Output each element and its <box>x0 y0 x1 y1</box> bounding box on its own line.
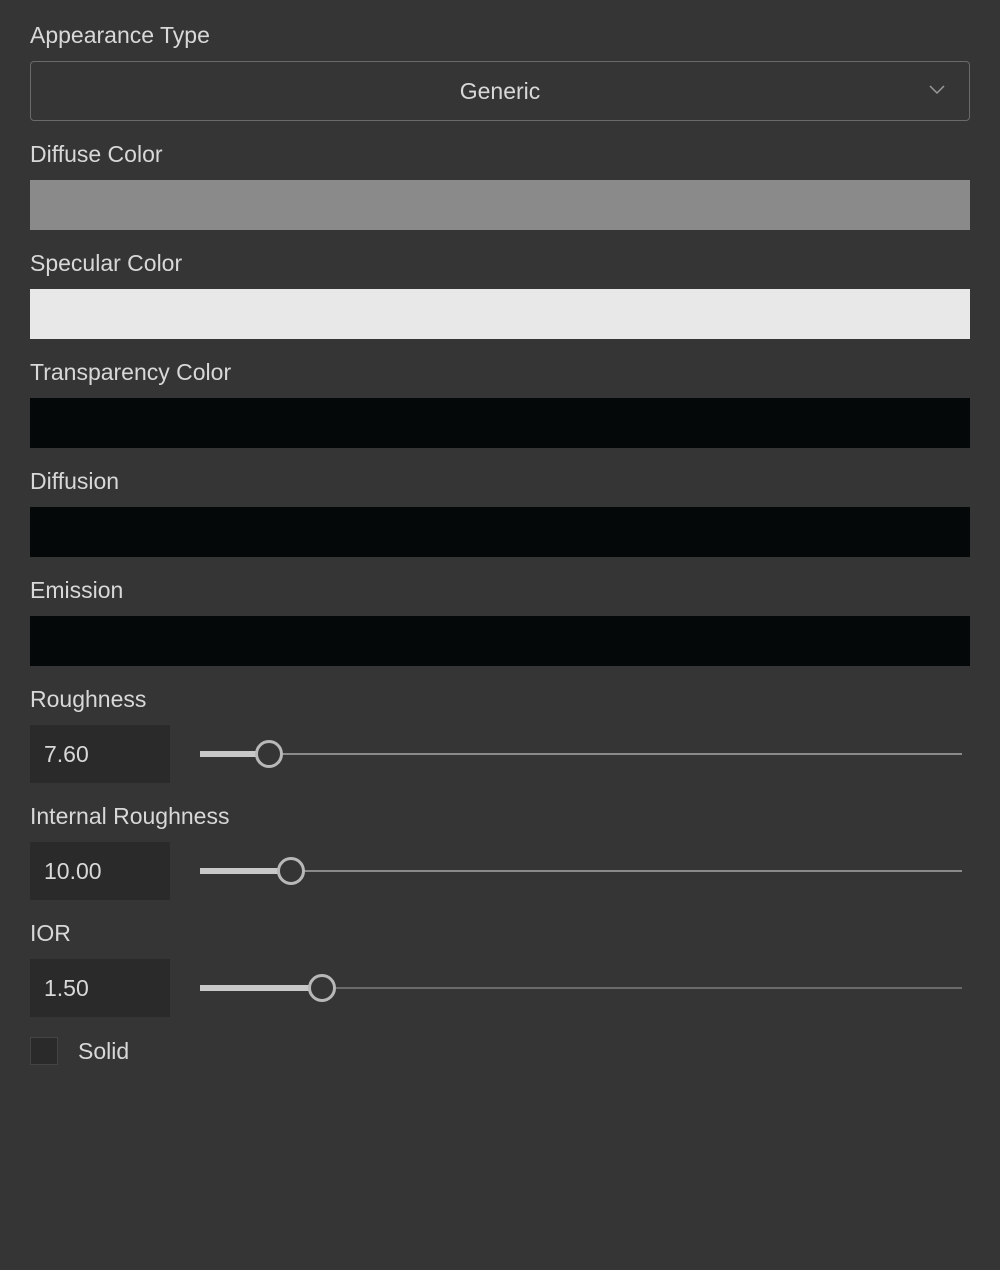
solid-row: Solid <box>30 1037 970 1065</box>
ior-row <box>30 959 970 1017</box>
transparency-color-group: Transparency Color <box>30 359 970 448</box>
diffusion-swatch[interactable] <box>30 507 970 557</box>
roughness-group: Roughness <box>30 686 970 783</box>
internal-roughness-slider[interactable] <box>200 842 962 900</box>
slider-thumb-icon[interactable] <box>308 974 336 1002</box>
appearance-panel: Appearance Type Generic Diffuse Color Sp… <box>0 0 1000 1087</box>
roughness-row <box>30 725 970 783</box>
appearance-type-value: Generic <box>460 78 541 105</box>
specular-color-label: Specular Color <box>30 250 970 277</box>
emission-swatch[interactable] <box>30 616 970 666</box>
slider-thumb-icon[interactable] <box>255 740 283 768</box>
appearance-type-label: Appearance Type <box>30 22 970 49</box>
emission-label: Emission <box>30 577 970 604</box>
roughness-label: Roughness <box>30 686 970 713</box>
emission-group: Emission <box>30 577 970 666</box>
roughness-slider[interactable] <box>200 725 962 783</box>
internal-roughness-label: Internal Roughness <box>30 803 970 830</box>
solid-checkbox[interactable] <box>30 1037 58 1065</box>
chevron-down-icon <box>929 82 945 100</box>
slider-track <box>200 870 962 872</box>
specular-color-group: Specular Color <box>30 250 970 339</box>
slider-thumb-icon[interactable] <box>277 857 305 885</box>
ior-input[interactable] <box>30 959 170 1017</box>
specular-color-swatch[interactable] <box>30 289 970 339</box>
diffuse-color-label: Diffuse Color <box>30 141 970 168</box>
diffusion-label: Diffusion <box>30 468 970 495</box>
diffusion-group: Diffusion <box>30 468 970 557</box>
diffuse-color-group: Diffuse Color <box>30 141 970 230</box>
solid-label: Solid <box>78 1038 129 1065</box>
transparency-color-swatch[interactable] <box>30 398 970 448</box>
internal-roughness-row <box>30 842 970 900</box>
appearance-type-group: Appearance Type Generic <box>30 22 970 121</box>
diffuse-color-swatch[interactable] <box>30 180 970 230</box>
internal-roughness-group: Internal Roughness <box>30 803 970 900</box>
ior-label: IOR <box>30 920 970 947</box>
roughness-input[interactable] <box>30 725 170 783</box>
internal-roughness-input[interactable] <box>30 842 170 900</box>
ior-group: IOR <box>30 920 970 1017</box>
slider-fill <box>200 985 322 991</box>
ior-slider[interactable] <box>200 959 962 1017</box>
transparency-color-label: Transparency Color <box>30 359 970 386</box>
slider-track <box>200 753 962 755</box>
appearance-type-dropdown[interactable]: Generic <box>30 61 970 121</box>
